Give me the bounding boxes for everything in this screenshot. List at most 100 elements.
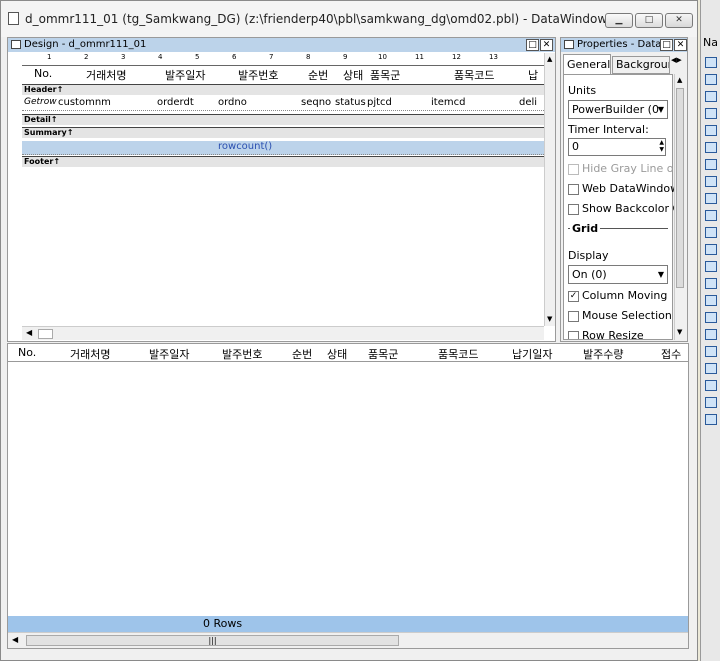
scroll-left-icon[interactable]: ◀	[26, 328, 32, 337]
datawindow-icon[interactable]	[705, 414, 717, 425]
design-horizontal-scrollbar[interactable]: ◀	[22, 326, 544, 340]
datawindow-icon[interactable]	[705, 91, 717, 102]
row-resize-checkbox[interactable]	[568, 331, 579, 339]
preview-col-header[interactable]: 순번	[292, 346, 312, 362]
design-col-header[interactable]: 품목코드	[454, 67, 494, 82]
design-vertical-scrollbar[interactable]: ▲ ▼	[544, 53, 555, 326]
ruler-tick: 4	[158, 53, 163, 61]
preview-col-header[interactable]: 납기일자	[512, 346, 552, 362]
datawindow-icon[interactable]	[705, 176, 717, 187]
design-col-header[interactable]: 발주일자	[165, 67, 205, 82]
scroll-down-icon[interactable]: ▼	[677, 328, 682, 336]
maximize-button[interactable]: □	[635, 13, 663, 28]
minimize-button[interactable]: ▁	[605, 13, 633, 28]
status-field[interactable]: status	[335, 97, 366, 108]
scroll-up-icon[interactable]: ▲	[677, 76, 682, 84]
datawindow-icon[interactable]	[705, 397, 717, 408]
side-tab[interactable]: Na	[703, 36, 718, 49]
preview-col-header[interactable]: 접수	[661, 346, 681, 362]
web-datawindow-checkbox[interactable]	[568, 184, 579, 195]
tab-background[interactable]: Background	[612, 56, 670, 74]
datawindow-icon[interactable]	[705, 193, 717, 204]
datawindow-icon[interactable]	[705, 125, 717, 136]
preview-horizontal-scrollbar[interactable]: ◀ |||	[8, 632, 688, 648]
datawindow-icon[interactable]	[705, 261, 717, 272]
properties-maximize-button[interactable]: □	[660, 39, 673, 51]
scroll-thumb[interactable]: |||	[26, 635, 399, 646]
hide-gray-line-checkbox[interactable]	[568, 164, 579, 175]
row-resize-label: Row Resize	[582, 331, 644, 339]
status-strip: 0 Rows	[8, 616, 688, 632]
preview-col-header[interactable]: 발주수량	[583, 346, 623, 362]
preview-col-header[interactable]: 상태	[327, 346, 347, 362]
datawindow-icon[interactable]	[705, 57, 717, 68]
detail-band[interactable]: Detail↑	[22, 114, 544, 125]
datawindow-icon[interactable]	[705, 210, 717, 221]
close-button[interactable]: ✕	[665, 13, 693, 28]
datawindow-icon[interactable]	[705, 363, 717, 374]
datawindow-icon[interactable]	[705, 380, 717, 391]
spinner-icon[interactable]: ▲ ▼	[659, 139, 664, 153]
column-moving-checkbox[interactable]: ✓	[568, 291, 579, 302]
display-label: Display	[568, 249, 609, 262]
design-col-header[interactable]: 납	[528, 67, 538, 82]
preview-col-header[interactable]: 발주번호	[222, 346, 262, 362]
tab-general[interactable]: General	[563, 54, 611, 75]
mouse-selection-checkbox[interactable]	[568, 311, 579, 322]
seqno-field[interactable]: seqno	[301, 97, 331, 108]
datawindow-icon[interactable]	[705, 142, 717, 153]
design-col-header[interactable]: 품목군	[370, 67, 400, 82]
design-pane: Design - d_ommr111_01 □ ✕ 1 2 3 4 5 6 7 …	[7, 37, 556, 342]
scroll-down-icon[interactable]: ▼	[547, 315, 552, 323]
datawindow-icon[interactable]	[705, 159, 717, 170]
ruler-tick: 2	[84, 53, 89, 61]
summary-row[interactable]: rowcount()	[22, 141, 544, 155]
design-col-header[interactable]: 발주번호	[238, 67, 278, 82]
datawindow-icon[interactable]	[705, 227, 717, 238]
design-col-header[interactable]: 거래처명	[86, 67, 126, 82]
datawindow-icon[interactable]	[705, 312, 717, 323]
properties-scrollbar[interactable]: ▲ ▼	[674, 74, 685, 340]
deli-field[interactable]: deli	[519, 97, 537, 108]
customnm-field[interactable]: customnm	[58, 97, 111, 108]
header-band[interactable]: Header↑	[22, 84, 544, 95]
display-dropdown[interactable]: On (0) ▼	[568, 265, 668, 284]
datawindow-icon[interactable]	[705, 329, 717, 340]
detail-row[interactable]: Getrow customnm orderdt ordno seqno stat…	[22, 97, 544, 111]
design-col-header[interactable]: 순번	[308, 67, 328, 82]
footer-band[interactable]: Footer↑	[22, 156, 544, 167]
datawindow-icon[interactable]	[705, 74, 717, 85]
design-close-button[interactable]: ✕	[540, 39, 553, 51]
show-backcolor-checkbox[interactable]	[568, 204, 579, 215]
datawindow-icon[interactable]	[705, 346, 717, 357]
scroll-thumb[interactable]	[38, 329, 53, 339]
pjtcd-field[interactable]: pjtcd	[367, 97, 392, 108]
ordno-field[interactable]: ordno	[218, 97, 247, 108]
preview-col-header[interactable]: 거래처명	[70, 346, 110, 362]
summary-band[interactable]: Summary↑	[22, 127, 544, 138]
getrow-field[interactable]: Getrow	[24, 97, 57, 107]
rowcount-expression[interactable]: rowcount()	[218, 141, 272, 152]
preview-col-header[interactable]: 발주일자	[149, 346, 189, 362]
itemcd-field[interactable]: itemcd	[431, 97, 465, 108]
preview-col-header[interactable]: 품목군	[368, 346, 398, 362]
datawindow-icon[interactable]	[705, 244, 717, 255]
datawindow-icon[interactable]	[705, 295, 717, 306]
units-dropdown[interactable]: PowerBuilder (0 ▼	[568, 100, 668, 119]
design-maximize-button[interactable]: □	[526, 39, 539, 51]
design-col-header[interactable]: No.	[34, 67, 52, 82]
design-pane-header: Design - d_ommr111_01	[8, 38, 555, 52]
preview-col-header[interactable]: 품목코드	[438, 346, 478, 362]
scroll-thumb[interactable]	[676, 88, 684, 288]
timer-input[interactable]: 0 ▲ ▼	[568, 138, 666, 156]
datawindow-icon[interactable]	[705, 278, 717, 289]
preview-col-header[interactable]: No.	[18, 346, 36, 359]
tab-scroll-icon[interactable]: ◀▶	[671, 56, 682, 64]
properties-close-button[interactable]: ✕	[674, 39, 687, 51]
design-col-header[interactable]: 상태	[343, 67, 363, 82]
scroll-up-icon[interactable]: ▲	[547, 55, 552, 63]
ruler-tick: 8	[306, 53, 311, 61]
scroll-left-icon[interactable]: ◀	[12, 635, 18, 644]
datawindow-icon[interactable]	[705, 108, 717, 119]
orderdt-field[interactable]: orderdt	[157, 97, 194, 108]
